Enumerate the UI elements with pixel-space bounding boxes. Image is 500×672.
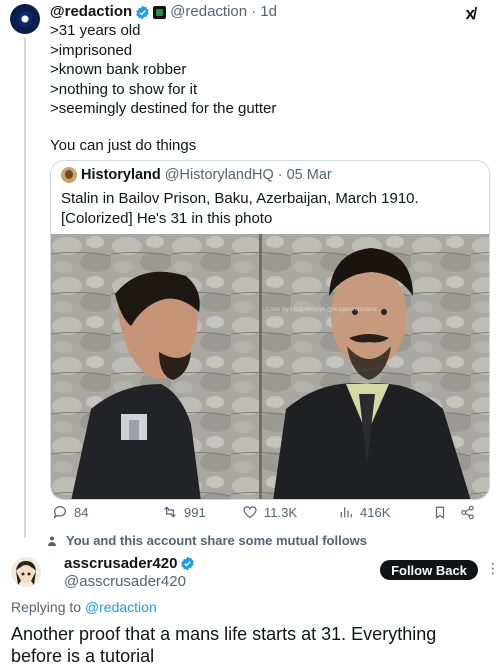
tweet-line: >nothing to show for it [50, 80, 198, 98]
quoted-tweet-timestamp: · 05 Mar [277, 167, 332, 183]
tweet-header: @redaction @redaction · 1d [50, 2, 277, 22]
follow-back-button[interactable]: Follow Back [380, 560, 478, 580]
reply-count: 84 [74, 504, 89, 520]
quoted-author-handle[interactable]: @HistorylandHQ [165, 167, 274, 183]
anime-avatar-icon [11, 557, 41, 587]
reply-text: Another proof that a mans life starts at… [11, 624, 437, 666]
replying-to-prefix: Replying to [11, 599, 85, 615]
author-handle[interactable]: @redaction [170, 2, 247, 22]
quoted-author-avatar[interactable] [61, 167, 77, 183]
tweet-line: >31 years old [50, 22, 141, 39]
tweet-body: >31 years old >imprisoned >known bank ro… [50, 21, 276, 119]
replying-to-link[interactable]: @redaction [85, 599, 157, 615]
verified-badge-icon [181, 556, 195, 571]
author-avatar[interactable] [10, 4, 40, 34]
views-chart-icon [340, 507, 352, 518]
repost-icon [164, 506, 176, 518]
reply-author-avatar[interactable] [11, 557, 41, 587]
views-button[interactable]: 416K [338, 504, 390, 520]
photo-watermark: Color by Tural Huseyn @tiraglarimpistanx [266, 307, 377, 313]
tweet-line: >known bank robber [50, 61, 187, 79]
affiliation-badge-icon [153, 5, 167, 19]
tweet-timestamp[interactable]: · 1d [251, 2, 277, 22]
quoted-tweet-photo[interactable]: Color by Tural Huseyn @tiraglarimpistanx [51, 234, 490, 500]
mutual-follows-text: You and this account share some mutual f… [66, 533, 367, 548]
quoted-tweet-header: Historyland @HistorylandHQ · 05 Mar [61, 167, 332, 183]
reply-icon [53, 506, 66, 519]
tweet-closing-line: You can just do things [50, 137, 197, 154]
reply-author-display-name[interactable]: asscrusader420 [64, 555, 177, 572]
repost-button[interactable]: 991 [162, 504, 206, 520]
replying-to-line: Replying to @redaction [11, 599, 157, 615]
author-display-name[interactable]: @redaction [50, 2, 132, 22]
reply-button[interactable]: 84 [52, 504, 88, 520]
tweet-line: >imprisoned [50, 41, 133, 59]
heart-icon [243, 506, 257, 519]
quoted-tweet-text: Stalin in Bailov Prison, Baku, Azerbaija… [61, 190, 419, 227]
reply-author-handle[interactable]: @asscrusader420 [64, 573, 186, 590]
like-count: 11.3K [264, 504, 298, 520]
person-icon [48, 536, 56, 546]
grok-icon[interactable]: x̸ [466, 4, 476, 24]
quoted-author-name[interactable]: Historyland [81, 167, 161, 183]
reply-author-name-row: asscrusader420 [64, 555, 198, 572]
like-button[interactable]: 11.3K [242, 504, 297, 520]
tweet-action-bar: 84 991 11.3K 416K [50, 502, 490, 524]
mutual-follows-notice: You and this account share some mutual f… [46, 533, 367, 548]
tweet-line: >seemingly destined for the gutter [50, 100, 277, 118]
thread-line [24, 38, 26, 538]
views-count: 416K [360, 504, 391, 520]
quoted-tweet-card[interactable]: Historyland @HistorylandHQ · 05 Mar Stal… [50, 160, 490, 500]
more-options-icon[interactable]: ⋮ [486, 560, 500, 577]
share-icon[interactable] [460, 505, 475, 520]
bookmark-icon[interactable] [433, 505, 447, 520]
verified-badge-icon [136, 5, 149, 19]
repost-count: 991 [184, 504, 206, 520]
